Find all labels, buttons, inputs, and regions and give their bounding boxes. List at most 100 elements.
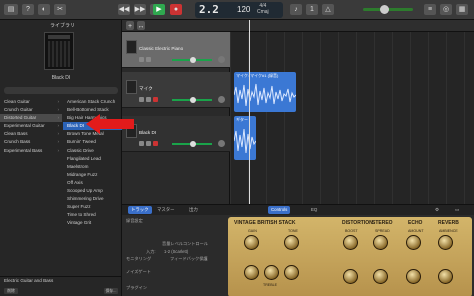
amp-image bbox=[44, 32, 74, 70]
boost-knob[interactable] bbox=[343, 235, 358, 250]
tuner-icon[interactable]: ♪ bbox=[290, 4, 302, 15]
ambience-knob[interactable] bbox=[438, 235, 453, 250]
category-label: Crunch Guitar bbox=[4, 107, 33, 113]
track-header[interactable]: マイク bbox=[122, 72, 230, 108]
lcd-display[interactable]: 2.2 120 4/4 Cmaj bbox=[195, 2, 283, 18]
master-knob[interactable] bbox=[244, 265, 259, 280]
audio-region[interactable]: マイク: マイク#1 (録音) bbox=[234, 72, 296, 112]
preset-item[interactable]: Maelstrom bbox=[63, 163, 122, 171]
tab-eq[interactable]: EQ bbox=[308, 206, 320, 214]
preset-item[interactable]: Shimmering Drive bbox=[63, 195, 122, 203]
library-search-input[interactable] bbox=[4, 87, 118, 94]
record-button[interactable]: ● bbox=[170, 4, 182, 15]
echo-time-knob[interactable] bbox=[406, 269, 421, 284]
track-volume-knob[interactable] bbox=[190, 97, 196, 103]
notepad-icon[interactable]: ≡ bbox=[424, 4, 436, 15]
treble-knob[interactable] bbox=[264, 265, 279, 280]
loop-browser-icon[interactable]: ◎ bbox=[440, 4, 452, 15]
master-volume-knob[interactable] bbox=[380, 5, 389, 14]
gain-knob[interactable] bbox=[244, 235, 259, 250]
category-item[interactable]: Crunch Bass › bbox=[0, 138, 62, 146]
boost-label: BOOST bbox=[345, 229, 358, 233]
track-volume-knob[interactable] bbox=[190, 57, 196, 63]
tab-master[interactable]: マスター bbox=[154, 206, 178, 214]
category-item[interactable]: Experimental Bass › bbox=[0, 147, 62, 155]
echo-amount-knob[interactable] bbox=[406, 235, 421, 250]
gain-label: GAIN bbox=[248, 229, 257, 233]
arrange-area[interactable] bbox=[230, 32, 474, 204]
play-button[interactable]: ▶ bbox=[153, 4, 165, 15]
settings-title: 録音設定 bbox=[126, 218, 143, 223]
category-item[interactable]: Crunch Guitar › bbox=[0, 106, 62, 114]
mute-button[interactable] bbox=[139, 57, 144, 62]
preset-item[interactable]: Off Axis bbox=[63, 179, 122, 187]
reverb-size-knob[interactable] bbox=[438, 269, 453, 284]
category-item[interactable]: Distorted Guitar › bbox=[0, 114, 62, 123]
amp-model-title: VINTAGE BRITISH STACK bbox=[234, 220, 296, 226]
preset-item[interactable]: Classic Drive bbox=[63, 147, 122, 155]
preset-item[interactable]: Super Fuzz bbox=[63, 203, 122, 211]
tone-label: TONE bbox=[288, 229, 298, 233]
input-label: 入力: bbox=[146, 249, 156, 254]
preset-item[interactable]: Scooped Up Amp bbox=[63, 187, 122, 195]
noise-gate-checkbox[interactable]: ノイズゲート bbox=[126, 269, 151, 275]
count-in-icon[interactable]: 1 bbox=[306, 4, 318, 15]
media-browser-icon[interactable]: ▦ bbox=[456, 4, 468, 15]
track-header[interactable]: Classic Electric Piano bbox=[122, 32, 230, 68]
add-track-button[interactable]: + bbox=[126, 21, 134, 30]
mute-button[interactable] bbox=[139, 141, 144, 146]
distortion-tone-knob[interactable] bbox=[343, 269, 358, 284]
preset-item[interactable]: American Stack Crunch bbox=[63, 98, 122, 106]
pan-knob[interactable] bbox=[218, 96, 225, 103]
tab-track[interactable]: トラック bbox=[128, 206, 152, 214]
smart-controls-button[interactable]: ◐ bbox=[38, 4, 50, 15]
delete-button[interactable]: 削除 bbox=[4, 288, 18, 294]
library-title: ライブラリ bbox=[50, 23, 76, 29]
spread-knob[interactable] bbox=[373, 235, 388, 250]
tab-output[interactable]: 出力 bbox=[186, 206, 201, 214]
library-toggle-button[interactable]: ▤ bbox=[4, 4, 18, 15]
layout-icon[interactable]: ▭ bbox=[452, 206, 462, 214]
tab-controls[interactable]: Controls bbox=[268, 206, 291, 214]
preset-item[interactable]: Burnin' Tweed bbox=[63, 138, 122, 146]
smart-tempo-button[interactable]: ↔ bbox=[137, 21, 145, 30]
wrench-icon[interactable]: ⚙ bbox=[432, 206, 442, 214]
solo-button[interactable] bbox=[146, 141, 151, 146]
pan-knob[interactable] bbox=[218, 56, 225, 63]
record-enable-button[interactable] bbox=[153, 141, 158, 146]
audio-region[interactable]: ギター bbox=[234, 116, 256, 160]
solo-button[interactable] bbox=[146, 97, 151, 102]
smart-controls-tabs: トラック マスター 出力 Controls EQ ⚙ ▭ bbox=[122, 205, 474, 215]
presence-knob[interactable] bbox=[284, 265, 299, 280]
preset-item[interactable]: Midrange Fuzz bbox=[63, 171, 122, 179]
stereo-rate-knob[interactable] bbox=[373, 269, 388, 284]
solo-button[interactable] bbox=[146, 57, 151, 62]
monitor-level-label: 音量レベルコントロール bbox=[162, 241, 208, 246]
smart-controls: トラック マスター 出力 Controls EQ ⚙ ▭ 録音設定 音量レベルコ… bbox=[122, 204, 474, 296]
playhead[interactable] bbox=[249, 20, 250, 204]
track-header[interactable]: Black DI bbox=[122, 116, 230, 152]
track-name: Classic Electric Piano bbox=[139, 46, 184, 51]
feedback-protection-checkbox[interactable]: フィードバック保護 bbox=[170, 256, 208, 262]
microphone-icon bbox=[126, 80, 137, 94]
preset-item[interactable]: Flangilated Lead bbox=[63, 155, 122, 163]
category-item[interactable]: Clean Bass › bbox=[0, 130, 62, 138]
preset-item[interactable]: Time to Shred bbox=[63, 211, 122, 219]
ambience-label: AMBIENCE bbox=[439, 229, 458, 233]
track-volume-knob[interactable] bbox=[190, 141, 196, 147]
tone-knob[interactable] bbox=[284, 235, 299, 250]
category-item[interactable]: Clean Guitar › bbox=[0, 98, 62, 106]
metronome-icon[interactable]: △ bbox=[322, 4, 334, 15]
save-button[interactable]: 保存... bbox=[104, 288, 118, 294]
pan-knob[interactable] bbox=[218, 140, 225, 147]
input-select[interactable]: 1-2 (Scarlett) bbox=[164, 249, 188, 254]
mute-button[interactable] bbox=[139, 97, 144, 102]
preset-item[interactable]: Vintage Grit bbox=[63, 219, 122, 227]
help-button[interactable]: ? bbox=[22, 4, 34, 15]
rewind-icon[interactable]: ◀◀ bbox=[118, 4, 130, 15]
library-footer: Electric Guitar and Bass 削除 保存... bbox=[0, 276, 122, 296]
category-item[interactable]: Experimental Guitar › bbox=[0, 122, 62, 130]
editor-button[interactable]: ✂ bbox=[54, 4, 66, 15]
record-enable-button[interactable] bbox=[153, 97, 158, 102]
fast-forward-icon[interactable]: ▶▶ bbox=[134, 4, 146, 15]
